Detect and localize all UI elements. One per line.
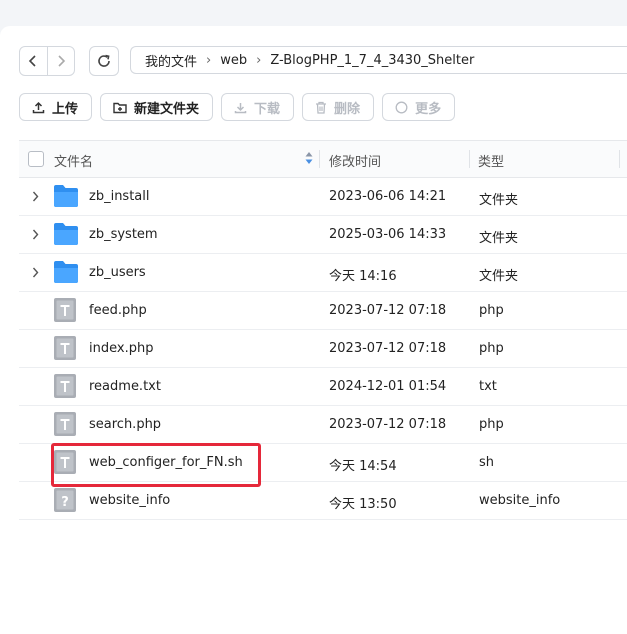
file-name[interactable]: readme.txt [89, 379, 161, 394]
more-circle-icon [395, 101, 408, 114]
folder-row[interactable]: zb_install 2023-06-06 14:21 文件夹 [19, 178, 627, 216]
file-name[interactable]: search.php [89, 417, 161, 432]
folder-icon [53, 260, 79, 288]
folder-icon [53, 184, 79, 212]
file-name[interactable]: zb_system [89, 227, 158, 242]
chevron-right-icon [58, 55, 65, 67]
column-header-modified[interactable]: 修改时间 [329, 151, 381, 170]
folder-row[interactable]: zb_system 2025-03-06 14:33 文件夹 [19, 216, 627, 254]
upload-button[interactable]: 上传 [19, 93, 93, 121]
text-file-icon [53, 297, 77, 327]
file-type: website_info [479, 493, 561, 508]
file-browser-panel: 我的文件 › web › Z-BlogPHP_1_7_4_3430_Shelte… [0, 26, 627, 634]
file-modified-time: 2023-07-12 07:18 [329, 303, 447, 318]
breadcrumb: 我的文件 › web › Z-BlogPHP_1_7_4_3430_Shelte… [130, 46, 627, 74]
file-name[interactable]: zb_users [89, 265, 146, 280]
breadcrumb-item-web[interactable]: web [220, 53, 247, 68]
file-type: 文件夹 [479, 193, 519, 208]
file-type: php [479, 417, 504, 432]
column-header-type[interactable]: 类型 [478, 151, 504, 170]
file-row[interactable]: feed.php 2023-07-12 07:18 php [19, 292, 627, 330]
text-file-icon [53, 373, 77, 403]
file-modified-time: 2023-07-12 07:18 [329, 417, 447, 432]
upload-label: 上传 [52, 101, 79, 117]
refresh-button[interactable] [89, 46, 119, 76]
select-all-checkbox[interactable] [28, 151, 44, 167]
file-name[interactable]: feed.php [89, 303, 147, 318]
new-folder-label: 新建文件夹 [134, 101, 200, 117]
download-button[interactable]: 下载 [221, 93, 295, 121]
file-name[interactable]: index.php [89, 341, 153, 356]
file-type: 文件夹 [479, 231, 519, 246]
column-divider[interactable] [619, 150, 620, 168]
back-button[interactable] [20, 47, 47, 75]
folder-row[interactable]: zb_users 今天 14:16 文件夹 [19, 254, 627, 292]
new-folder-button[interactable]: 新建文件夹 [100, 93, 214, 121]
file-type: php [479, 303, 504, 318]
expand-chevron-icon[interactable] [32, 191, 39, 206]
chevron-left-icon [29, 55, 36, 67]
chevron-right-icon: › [206, 52, 212, 68]
column-divider[interactable] [469, 150, 470, 168]
file-type: php [479, 341, 504, 356]
text-file-icon [53, 335, 77, 365]
download-icon [234, 101, 247, 114]
file-name[interactable]: zb_install [89, 189, 150, 204]
file-row[interactable]: search.php 2023-07-12 07:18 php [19, 406, 627, 444]
new-folder-icon [113, 101, 127, 114]
breadcrumb-item-my-files[interactable]: 我的文件 [145, 51, 197, 70]
upload-icon [32, 101, 45, 114]
unknown-file-icon: ? [53, 487, 77, 517]
file-modified-time: 2025-03-06 14:33 [329, 227, 447, 242]
sort-icon[interactable] [305, 151, 313, 169]
trash-icon [315, 101, 327, 114]
delete-button[interactable]: 删除 [302, 93, 375, 121]
file-modified-time: 2023-06-06 14:21 [329, 189, 447, 204]
highlight-annotation [51, 443, 261, 487]
file-row[interactable]: ? website_info 今天 13:50 website_info [19, 482, 627, 520]
file-row[interactable]: readme.txt 2024-12-01 01:54 txt [19, 368, 627, 406]
file-modified-time: 今天 14:16 [329, 269, 397, 284]
more-label: 更多 [415, 101, 442, 117]
refresh-icon [98, 54, 110, 67]
file-type: 文件夹 [479, 269, 519, 284]
text-file-icon [53, 411, 77, 441]
file-row[interactable]: index.php 2023-07-12 07:18 php [19, 330, 627, 368]
more-button[interactable]: 更多 [382, 93, 456, 121]
chevron-right-icon: › [256, 52, 262, 68]
table-header: 文件名 修改时间 类型 [19, 140, 627, 178]
file-modified-time: 2023-07-12 07:18 [329, 341, 447, 356]
breadcrumb-item-current[interactable]: Z-BlogPHP_1_7_4_3430_Shelter [270, 53, 474, 68]
file-modified-time: 今天 13:50 [329, 497, 397, 512]
delete-label: 删除 [334, 101, 361, 117]
file-type: sh [479, 455, 495, 470]
forward-button[interactable] [46, 47, 75, 75]
file-modified-time: 今天 14:54 [329, 459, 397, 474]
nav-buttons [19, 46, 75, 76]
file-modified-time: 2024-12-01 01:54 [329, 379, 447, 394]
column-divider[interactable] [319, 150, 320, 168]
file-name[interactable]: website_info [89, 493, 170, 508]
column-header-name[interactable]: 文件名 [54, 151, 93, 170]
expand-chevron-icon[interactable] [32, 267, 39, 282]
file-type: txt [479, 379, 497, 394]
expand-chevron-icon[interactable] [32, 229, 39, 244]
download-label: 下载 [254, 101, 281, 117]
folder-icon [53, 222, 79, 250]
svg-text:?: ? [61, 495, 69, 510]
toolbar: 上传 新建文件夹 下载 删除 更多 [19, 93, 463, 121]
